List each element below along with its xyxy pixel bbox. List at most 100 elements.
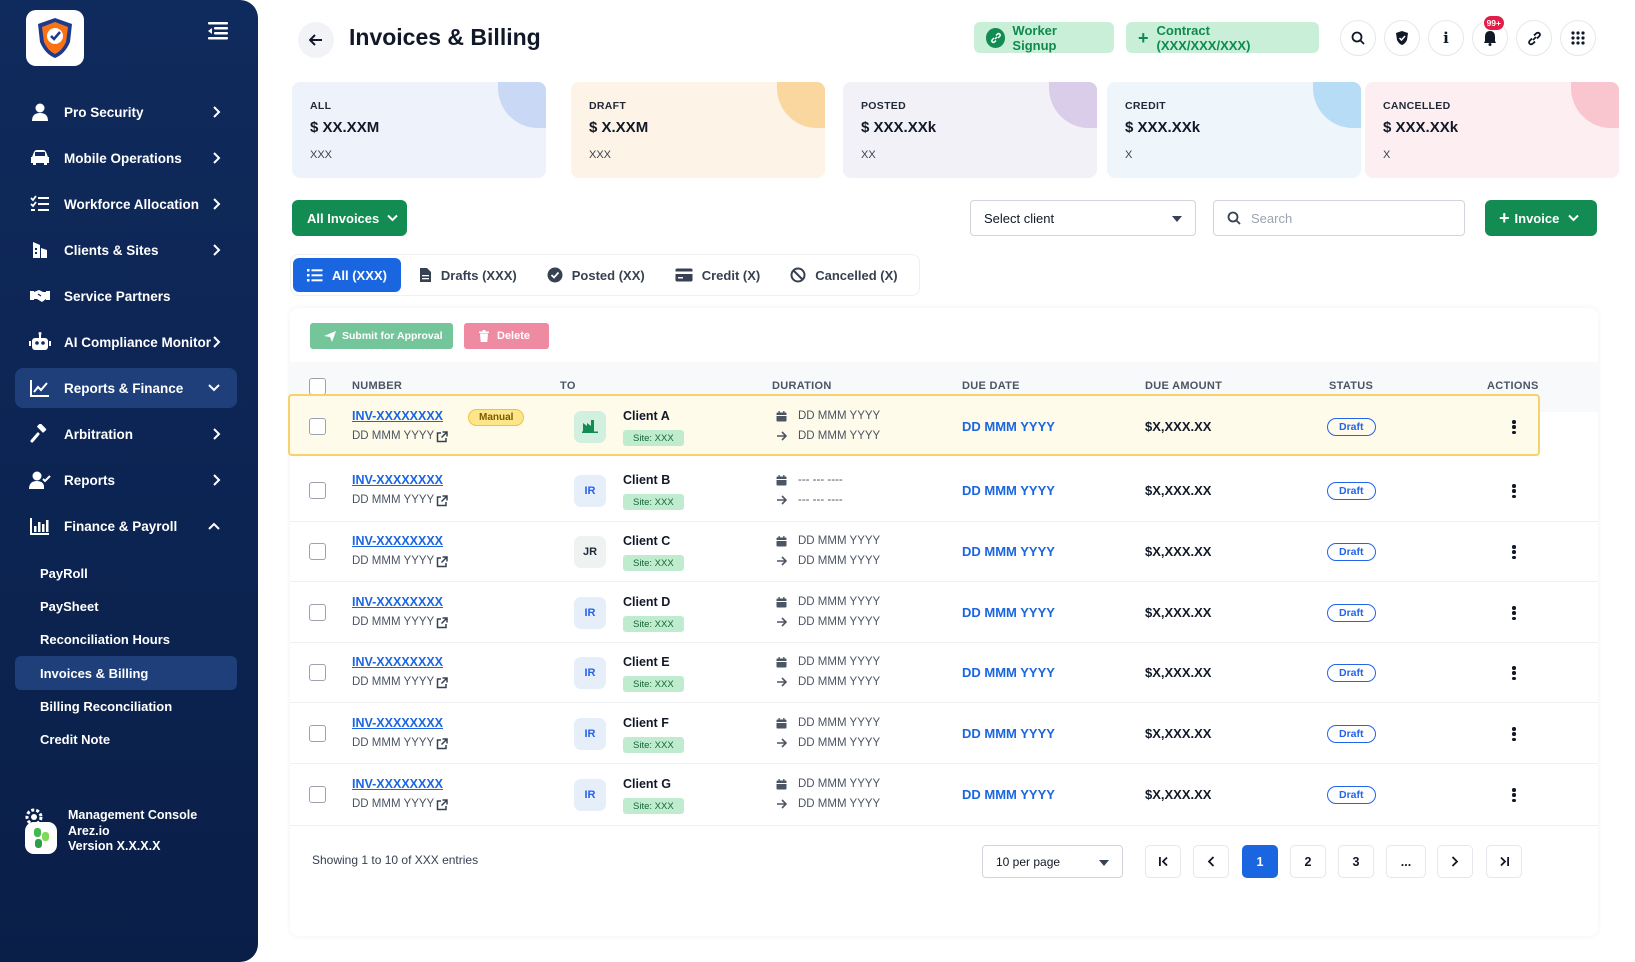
sidebar-subitem-reconciliation-hours[interactable]: Reconciliation Hours bbox=[15, 623, 237, 656]
row-actions-menu[interactable] bbox=[1508, 725, 1520, 743]
external-link-icon[interactable] bbox=[436, 676, 448, 694]
table-row[interactable]: INV-XXXXXXXX DD MMM YYYY Manual Client A Sit… bbox=[288, 394, 1540, 456]
search-button[interactable] bbox=[1340, 20, 1376, 56]
tab-posted[interactable]: Posted (XX) bbox=[535, 258, 657, 292]
sidebar-item-finance-payroll[interactable]: Finance & Payroll bbox=[15, 506, 237, 546]
sidebar-item-pro-security[interactable]: Pro Security bbox=[15, 92, 237, 132]
row-checkbox[interactable] bbox=[309, 604, 326, 621]
invoices-table-panel: Submit for Approval Delete NUMBER TO DUR… bbox=[288, 308, 1598, 936]
first-page-button[interactable] bbox=[1145, 845, 1181, 878]
invoice-number-link[interactable]: INV-XXXXXXXX bbox=[352, 409, 443, 423]
column-header-number[interactable]: NUMBER bbox=[352, 380, 402, 392]
summary-card-cancelled[interactable]: CANCELLED $ XXX.XXk X bbox=[1365, 82, 1619, 178]
shield-button[interactable] bbox=[1384, 20, 1420, 56]
table-row[interactable]: INV-XXXXXXXX DD MMM YYYY JR Client C Site: X… bbox=[290, 522, 1598, 582]
per-page-select[interactable]: 10 per page bbox=[982, 845, 1123, 878]
sidebar-subitem-invoices-billing[interactable]: Invoices & Billing bbox=[15, 656, 237, 690]
site-badge: Site: XXX bbox=[623, 430, 684, 446]
contract-button[interactable]: + Contract (XXX/XXX/XXX) bbox=[1126, 22, 1319, 53]
prev-page-button[interactable] bbox=[1193, 845, 1229, 878]
select-all-checkbox[interactable] bbox=[309, 378, 326, 395]
sidebar-item-reports-finance[interactable]: Reports & Finance bbox=[15, 368, 237, 408]
link-button[interactable] bbox=[1516, 20, 1552, 56]
info-button[interactable]: i bbox=[1428, 20, 1464, 56]
sidebar-item-ai-compliance-monitor[interactable]: AI Compliance Monitor bbox=[15, 322, 237, 362]
summary-card-draft[interactable]: DRAFT $ X.XXM XXX bbox=[571, 82, 825, 178]
tab-drafts[interactable]: Drafts (XXX) bbox=[407, 258, 529, 292]
invoice-number-link[interactable]: INV-XXXXXXXX bbox=[352, 473, 443, 487]
sidebar-subitem-paysheet[interactable]: PaySheet bbox=[15, 590, 237, 623]
worker-signup-button[interactable]: Worker Signup bbox=[974, 22, 1114, 53]
external-link-icon[interactable] bbox=[436, 616, 448, 634]
column-header-status[interactable]: STATUS bbox=[1329, 380, 1373, 392]
tab-all[interactable]: All (XXX) bbox=[293, 258, 401, 292]
management-console[interactable]: Management Console Arez.io Version X.X.X… bbox=[22, 808, 197, 856]
select-client-dropdown[interactable]: Select client bbox=[970, 200, 1196, 236]
summary-card-all[interactable]: ALL $ XX.XXM XXX bbox=[292, 82, 546, 178]
row-checkbox[interactable] bbox=[309, 543, 326, 560]
page-1-button[interactable]: 1 bbox=[1242, 845, 1278, 878]
summary-card-posted[interactable]: POSTED $ XXX.XXk XX bbox=[843, 82, 1097, 178]
table-row[interactable]: INV-XXXXXXXX DD MMM YYYY IR Client B Site: X… bbox=[290, 460, 1598, 522]
row-checkbox[interactable] bbox=[309, 418, 326, 435]
search-field[interactable] bbox=[1213, 200, 1465, 236]
chevron-right-icon bbox=[213, 244, 221, 256]
invoice-number-link[interactable]: INV-XXXXXXXX bbox=[352, 655, 443, 669]
sidebar-subitem-billing-reconciliation[interactable]: Billing Reconciliation bbox=[15, 690, 237, 723]
sidebar-item-reports[interactable]: Reports bbox=[15, 460, 237, 500]
page-2-button[interactable]: 2 bbox=[1290, 845, 1326, 878]
collapse-menu-icon[interactable] bbox=[206, 20, 232, 42]
sidebar-subitem-credit-note[interactable]: Credit Note bbox=[15, 723, 237, 756]
table-row[interactable]: INV-XXXXXXXX DD MMM YYYY IR Client F Site: X… bbox=[290, 704, 1598, 764]
table-row[interactable]: INV-XXXXXXXX DD MMM YYYY IR Client G Site: X… bbox=[290, 764, 1598, 826]
sidebar-item-arbitration[interactable]: Arbitration bbox=[15, 414, 237, 454]
tab-credit[interactable]: Credit (X) bbox=[663, 258, 773, 292]
row-actions-menu[interactable] bbox=[1508, 604, 1520, 622]
delete-button[interactable]: Delete bbox=[464, 323, 549, 349]
apps-button[interactable] bbox=[1560, 20, 1596, 56]
back-button[interactable] bbox=[298, 22, 334, 58]
column-header-due-date[interactable]: DUE DATE bbox=[962, 380, 1020, 392]
row-checkbox[interactable] bbox=[309, 786, 326, 803]
invoice-number-link[interactable]: INV-XXXXXXXX bbox=[352, 534, 443, 548]
row-actions-menu[interactable] bbox=[1508, 543, 1520, 561]
row-actions-menu[interactable] bbox=[1508, 418, 1520, 436]
summary-card-credit[interactable]: CREDIT $ XXX.XXk X bbox=[1107, 82, 1361, 178]
external-link-icon[interactable] bbox=[436, 430, 448, 448]
external-link-icon[interactable] bbox=[436, 737, 448, 755]
car-icon bbox=[29, 147, 51, 169]
table-row[interactable]: INV-XXXXXXXX DD MMM YYYY IR Client D Site: X… bbox=[290, 583, 1598, 643]
notifications-button[interactable]: 99+ bbox=[1472, 15, 1508, 56]
column-header-due-amount[interactable]: DUE AMOUNT bbox=[1145, 380, 1222, 392]
column-header-to[interactable]: TO bbox=[560, 380, 576, 392]
row-checkbox[interactable] bbox=[309, 664, 326, 681]
client-name: Client B bbox=[623, 473, 671, 487]
app-logo[interactable] bbox=[26, 10, 84, 66]
tab-cancelled[interactable]: Cancelled (X) bbox=[778, 258, 909, 292]
page-3-button[interactable]: 3 bbox=[1338, 845, 1374, 878]
sidebar-item-workforce-allocation[interactable]: Workforce Allocation bbox=[15, 184, 237, 224]
all-invoices-dropdown[interactable]: All Invoices bbox=[292, 200, 407, 236]
external-link-icon[interactable] bbox=[436, 494, 448, 512]
submit-for-approval-button[interactable]: Submit for Approval bbox=[310, 323, 453, 349]
row-actions-menu[interactable] bbox=[1508, 786, 1520, 804]
invoice-number-link[interactable]: INV-XXXXXXXX bbox=[352, 777, 443, 791]
row-checkbox[interactable] bbox=[309, 725, 326, 742]
sidebar-item-clients-sites[interactable]: Clients & Sites bbox=[15, 230, 237, 270]
row-actions-menu[interactable] bbox=[1508, 664, 1520, 682]
sidebar-subitem-payroll[interactable]: PayRoll bbox=[15, 557, 237, 590]
search-input[interactable] bbox=[1251, 210, 1451, 226]
column-header-duration[interactable]: DURATION bbox=[772, 380, 832, 392]
invoice-number-link[interactable]: INV-XXXXXXXX bbox=[352, 595, 443, 609]
invoice-number-link[interactable]: INV-XXXXXXXX bbox=[352, 716, 443, 730]
external-link-icon[interactable] bbox=[436, 798, 448, 816]
sidebar-item-service-partners[interactable]: Service Partners bbox=[15, 276, 237, 316]
sidebar-item-mobile-operations[interactable]: Mobile Operations bbox=[15, 138, 237, 178]
new-invoice-button[interactable]: + Invoice bbox=[1485, 200, 1597, 236]
row-actions-menu[interactable] bbox=[1508, 482, 1520, 500]
next-page-button[interactable] bbox=[1437, 845, 1473, 878]
last-page-button[interactable] bbox=[1486, 845, 1522, 878]
table-row[interactable]: INV-XXXXXXXX DD MMM YYYY IR Client E Site: X… bbox=[290, 643, 1598, 703]
external-link-icon[interactable] bbox=[436, 555, 448, 573]
row-checkbox[interactable] bbox=[309, 482, 326, 499]
